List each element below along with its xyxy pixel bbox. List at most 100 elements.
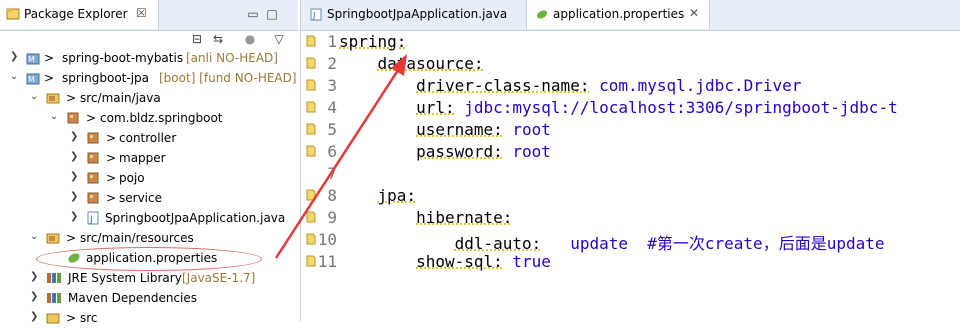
line-number: 7 [327, 164, 337, 183]
maximize-icon[interactable]: □ [265, 7, 279, 21]
spring-leaf-icon [68, 253, 80, 263]
tree-item-src-main-resources[interactable]: ⌄ > src/main/resources [0, 228, 298, 248]
code-line: 7 [301, 162, 960, 184]
warning-icon [306, 57, 316, 69]
package-icon [87, 192, 99, 204]
package-explorer-tab[interactable]: Package Explorer ☒ [0, 0, 159, 29]
source-folder-icon [46, 93, 60, 104]
package-icon [87, 152, 99, 164]
git-branch-label: [anli NO-HEAD] [186, 51, 278, 65]
tree-item-prefix: > [106, 131, 117, 145]
code-line: 4 url: jdbc:mysql://localhost:3306/sprin… [301, 96, 960, 118]
code-text: show-sql: true [416, 252, 551, 271]
focus-icon[interactable]: ● [243, 32, 257, 46]
line-number: 8 [327, 186, 337, 205]
code-text: datasource: [377, 54, 484, 73]
tree-item-maven-dependencies[interactable]: ❯ Maven Dependencies [0, 288, 298, 308]
minimize-icon[interactable]: ▭ [246, 7, 260, 21]
tree-item-prefix: > [106, 151, 117, 165]
warning-icon [306, 189, 316, 201]
code-text: spring: [339, 32, 407, 51]
code-text: password: root [416, 142, 551, 161]
view-menu-icon[interactable]: ▽ [272, 32, 286, 46]
link-with-editor-icon[interactable]: ⇆ [211, 32, 225, 46]
chevron-down-icon[interactable]: ⌄ [10, 71, 20, 82]
code-line: 3 driver-class-name: com.mysql.jdbc.Driv… [301, 74, 960, 96]
collapse-all-icon[interactable]: ⊟ [190, 32, 204, 46]
code-line: 5 username: root [301, 118, 960, 140]
chevron-right-icon[interactable]: ❯ [70, 151, 80, 162]
line-number: 1 [327, 32, 337, 51]
tree-item-prefix: > [66, 91, 77, 105]
tab-springboot-jpa-application[interactable]: J SpringbootJpaApplication.java [301, 0, 525, 29]
tree-item-prefix: > [86, 111, 97, 125]
warning-icon [306, 35, 316, 47]
chevron-right-icon[interactable]: ❯ [70, 211, 80, 222]
chevron-down-icon[interactable]: ⌄ [50, 111, 60, 122]
tree-item-spring-boot-mybatis[interactable]: ❯ M > spring-boot-mybatis [anli NO-HEAD] [0, 48, 298, 68]
svg-text:M: M [28, 55, 35, 64]
java-file-icon: J [310, 8, 322, 21]
folder-icon [46, 313, 60, 324]
tree-item-jre-library[interactable]: ❯ JRE System Library [JavaSE-1.7] [0, 268, 298, 288]
svg-text:J: J [89, 215, 93, 225]
close-icon[interactable]: ☒ [136, 6, 147, 20]
tree-item-src-main-java[interactable]: ⌄ > src/main/java [0, 88, 298, 108]
tree-item-java-file[interactable]: ❯ J SpringbootJpaApplication.java [0, 208, 298, 228]
tree-item-application-properties[interactable]: application.properties [0, 247, 298, 271]
package-icon [87, 132, 99, 144]
warning-icon [306, 211, 316, 223]
package-icon [67, 112, 79, 124]
tree-item-controller[interactable]: ❯ > controller [0, 128, 298, 148]
tree-item-package[interactable]: ⌄ > com.bldz.springboot [0, 108, 298, 128]
tree-item-prefix: > [66, 231, 77, 245]
tree-item-label: src/main/resources [80, 231, 194, 245]
tree-item-label: src [80, 311, 98, 325]
tab-application-properties[interactable]: application.properties ✕ [526, 0, 710, 29]
tree-item-src[interactable]: ❯ > src [0, 308, 298, 328]
warning-icon [306, 255, 316, 267]
library-icon [47, 293, 61, 303]
tree-item-label: controller [119, 131, 177, 145]
tree-item-label: spring-boot-mybatis [62, 51, 184, 65]
code-line: 9 hibernate: [301, 206, 960, 228]
chevron-right-icon[interactable]: ❯ [10, 51, 20, 62]
chevron-right-icon[interactable]: ❯ [30, 311, 40, 322]
tree-item-label: com.bldz.springboot [100, 111, 223, 125]
tree-item-prefix: > [106, 191, 117, 205]
code-line: 10 ddl-auto: update #第一次create，后面是update [301, 228, 960, 253]
code-line: 2 datasource: [301, 52, 960, 74]
chevron-right-icon[interactable]: ❯ [30, 271, 40, 282]
spring-leaf-icon [536, 10, 548, 19]
code-text: username: root [416, 120, 551, 139]
svg-text:J: J [312, 11, 315, 20]
close-icon[interactable]: ✕ [689, 6, 699, 20]
chevron-down-icon[interactable]: ⌄ [30, 91, 40, 102]
warning-icon [306, 79, 316, 91]
tree-item-pojo[interactable]: ❯ > pojo [0, 168, 298, 188]
warning-icon [306, 233, 316, 245]
tree-item-prefix: > [106, 171, 117, 185]
tree-item-label: pojo [119, 171, 145, 185]
code-text: hibernate: [416, 208, 513, 227]
code-text: jpa: [377, 186, 417, 205]
chevron-right-icon[interactable]: ❯ [70, 131, 80, 142]
tree-item-mapper[interactable]: ❯ > mapper [0, 148, 298, 168]
svg-text:M: M [28, 75, 35, 84]
tab-label: SpringbootJpaApplication.java [327, 7, 508, 21]
tree-item-label: service [119, 191, 162, 205]
tree-item-service[interactable]: ❯ > service [0, 188, 298, 208]
warning-icon [306, 101, 316, 113]
chevron-right-icon[interactable]: ❯ [30, 291, 40, 302]
editor-tabbar: J SpringbootJpaApplication.java applicat… [301, 0, 960, 31]
tree-item-springboot-jpa[interactable]: ⌄ M > springboot-jpa [boot] [fund NO-HEA… [0, 68, 298, 88]
code-line: 1 spring: [301, 30, 960, 52]
chevron-down-icon[interactable]: ⌄ [30, 231, 40, 242]
warning-icon [306, 123, 316, 135]
package-icon [87, 172, 99, 184]
tree-item-label: application.properties [86, 251, 218, 265]
code-editor[interactable]: 1 spring: 2 datasource: 3 driver-class-n… [301, 30, 960, 321]
chevron-right-icon[interactable]: ❯ [70, 191, 80, 202]
chevron-right-icon[interactable]: ❯ [70, 171, 80, 182]
code-line: 11 show-sql: true [301, 250, 960, 272]
